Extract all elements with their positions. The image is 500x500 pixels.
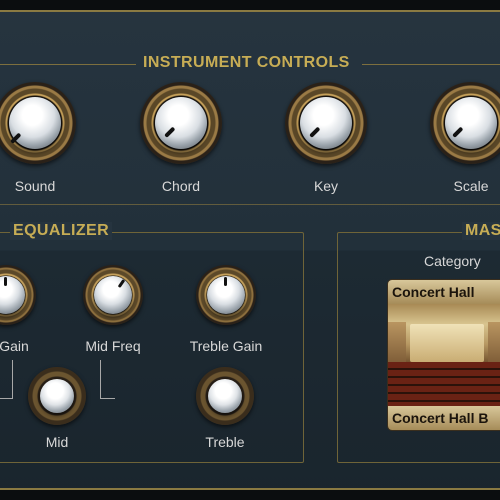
mid-label: Mid	[45, 434, 69, 450]
chord-knob[interactable]	[140, 82, 222, 164]
concert-hall-image	[388, 304, 500, 406]
top-border	[0, 10, 500, 12]
instrument-header-line-right	[362, 64, 500, 65]
mid-freq-knob[interactable]	[83, 265, 143, 325]
master-title: MAS	[462, 222, 500, 240]
treble-label: Treble	[205, 434, 245, 450]
preset-top-name: Concert Hall	[392, 284, 475, 300]
treble-gain-label: Treble Gain	[189, 338, 263, 354]
instrument-controls-title: INSTRUMENT CONTROLS	[143, 54, 350, 71]
scale-knob[interactable]	[430, 82, 500, 164]
instrument-panel: INSTRUMENT CONTROLS Sound Chord Key Scal…	[0, 0, 500, 500]
gain-label: Gain	[0, 338, 29, 354]
instrument-divider	[0, 204, 500, 205]
key-knob[interactable]	[285, 82, 367, 164]
treble-button[interactable]	[196, 367, 254, 425]
instrument-header-line-left	[0, 64, 136, 65]
sound-knob[interactable]	[0, 82, 76, 164]
treble-gain-knob[interactable]	[196, 265, 256, 325]
category-label: Category	[424, 253, 481, 269]
gain-knob[interactable]	[0, 265, 36, 325]
mid-button[interactable]	[28, 367, 86, 425]
mid-bracket-right	[100, 360, 115, 399]
scale-label: Scale	[453, 178, 489, 194]
reverb-preset-display[interactable]: Concert Hall Concert Hall B	[388, 280, 500, 430]
bottom-border	[0, 488, 500, 490]
equalizer-title: EQUALIZER	[10, 222, 113, 240]
preset-bottom-name: Concert Hall B	[392, 410, 489, 426]
preset-top-bar[interactable]: Concert Hall	[388, 280, 500, 304]
preset-bottom-bar[interactable]: Concert Hall B	[388, 406, 500, 430]
sound-label: Sound	[14, 178, 56, 194]
mid-bracket-left	[0, 360, 13, 399]
key-label: Key	[313, 178, 339, 194]
chord-label: Chord	[161, 178, 201, 194]
mid-freq-label: Mid Freq	[85, 338, 141, 354]
